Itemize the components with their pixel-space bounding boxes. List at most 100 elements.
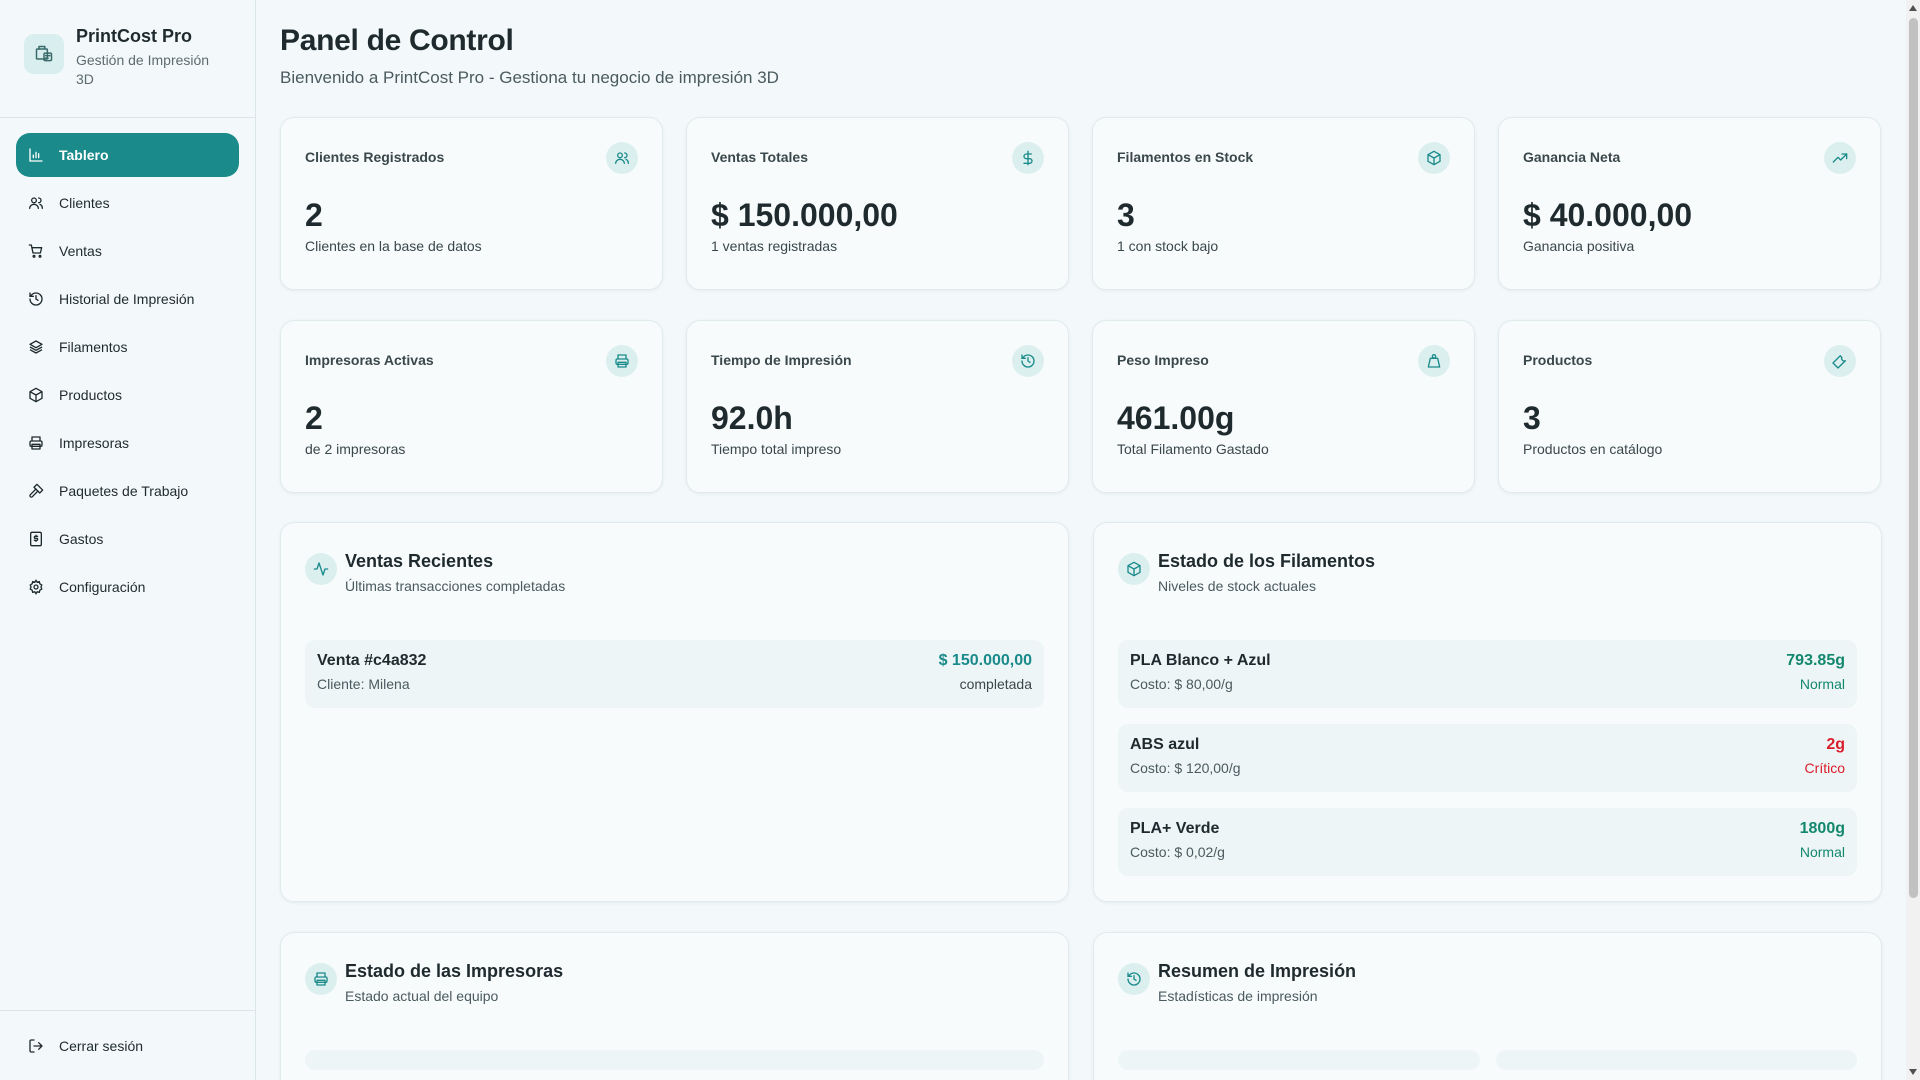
vertical-scrollbar[interactable] — [1906, 0, 1920, 1080]
history-icon — [1012, 345, 1044, 377]
sidebar-item-impresoras[interactable]: Impresoras — [16, 421, 239, 465]
history-icon — [28, 291, 44, 307]
summary-tile-partial — [1118, 1050, 1480, 1070]
sale-client: Cliente: Milena — [317, 676, 410, 692]
print-summary-panel: Resumen de Impresión Estadísticas de imp… — [1093, 932, 1882, 1080]
filament-status: Normal — [1799, 844, 1845, 860]
filament-amount: 1800g — [1799, 820, 1845, 837]
sidebar-item-label: Tablero — [59, 147, 109, 163]
filament-row[interactable]: PLA Blanco + Azul Costo: $ 80,00/g 793.8… — [1118, 640, 1857, 708]
filament-cost: Costo: $ 80,00/g — [1130, 676, 1233, 692]
sidebar-item-tablero[interactable]: Tablero — [16, 133, 239, 177]
stat-value: 92.0h — [711, 400, 793, 436]
stat-value: 3 — [1117, 197, 1135, 233]
receipt-icon — [28, 531, 44, 547]
printer-cube-icon — [24, 34, 64, 74]
panel-title: Estado de las Impresoras — [345, 961, 564, 981]
panel-subtitle: Niveles de stock actuales — [1158, 578, 1316, 594]
layers-icon — [28, 339, 44, 355]
sidebar-item-paquetes[interactable]: Paquetes de Trabajo — [16, 469, 239, 513]
sidebar-item-configuracion[interactable]: Configuración — [16, 565, 239, 609]
logout-icon — [28, 1038, 44, 1054]
dollar-icon — [1012, 142, 1044, 174]
panel-title: Resumen de Impresión — [1158, 961, 1357, 981]
filament-status-panel: Estado de los Filamentos Niveles de stoc… — [1093, 522, 1882, 902]
sidebar-item-label: Paquetes de Trabajo — [59, 483, 189, 499]
sidebar-item-label: Productos — [59, 387, 123, 403]
sale-status: completada — [959, 676, 1032, 692]
sidebar-item-historial[interactable]: Historial de Impresión — [16, 277, 239, 321]
stats-grid: Clientes Registrados 2 Clientes en la ba… — [280, 117, 1882, 493]
sidebar-item-ventas[interactable]: Ventas — [16, 229, 239, 273]
stat-description: 1 con stock bajo — [1117, 238, 1219, 254]
sidebar-item-label: Historial de Impresión — [59, 291, 195, 307]
sidebar-item-label: Configuración — [59, 579, 146, 595]
stat-label: Ventas Totales — [711, 149, 809, 165]
recent-sales-panel: Ventas Recientes Últimas transacciones c… — [280, 522, 1069, 902]
scroll-down-arrow-icon[interactable] — [1909, 1069, 1917, 1075]
sidebar-item-filamentos[interactable]: Filamentos — [16, 325, 239, 369]
logout-button[interactable]: Cerrar sesión — [0, 1010, 255, 1080]
panel-subtitle: Estadísticas de impresión — [1158, 988, 1318, 1004]
scrollbar-thumb[interactable] — [1909, 18, 1918, 898]
stat-card-filamentos: Filamentos en Stock 3 1 con stock bajo — [1092, 117, 1475, 290]
logout-label: Cerrar sesión — [59, 1037, 144, 1054]
sidebar-item-productos[interactable]: Productos — [16, 373, 239, 417]
filament-cost: Costo: $ 0,02/g — [1130, 844, 1225, 860]
filament-amount: 793.85g — [1786, 652, 1845, 669]
brand-subtitle: Gestión de Impresión 3D — [76, 52, 210, 87]
panels-grid: Ventas Recientes Últimas transacciones c… — [280, 522, 1882, 1080]
history-icon — [1118, 963, 1150, 995]
sidebar-item-clientes[interactable]: Clientes — [16, 181, 239, 225]
stat-label: Ganancia Neta — [1523, 149, 1621, 165]
filament-name: PLA Blanco + Azul — [1130, 652, 1271, 669]
sidebar-nav: Tablero Clientes Ventas Historial de Imp… — [0, 118, 255, 609]
page-title: Panel de Control — [280, 24, 514, 57]
sidebar-item-gastos[interactable]: Gastos — [16, 517, 239, 561]
gear-icon — [28, 579, 44, 595]
sidebar-item-label: Filamentos — [59, 339, 128, 355]
stat-value: 2 — [305, 197, 323, 233]
weight-icon — [1418, 345, 1450, 377]
stat-label: Productos — [1523, 352, 1593, 368]
stat-card-impresoras: Impresoras Activas 2 de 2 impresoras — [280, 320, 663, 493]
filament-status: Normal — [1799, 676, 1845, 692]
stat-value: $ 150.000,00 — [711, 197, 898, 233]
sidebar-item-label: Impresoras — [59, 435, 130, 451]
stat-card-tiempo: Tiempo de Impresión 92.0h Tiempo total i… — [686, 320, 1069, 493]
sidebar-item-label: Gastos — [59, 531, 104, 547]
stat-label: Tiempo de Impresión — [711, 352, 852, 368]
bar-chart-icon — [28, 147, 44, 163]
stat-card-clientes: Clientes Registrados 2 Clientes en la ba… — [280, 117, 663, 290]
sidebar: PrintCost Pro Gestión de Impresión 3D Ta… — [0, 0, 256, 1080]
filament-row[interactable]: ABS azul Costo: $ 120,00/g 2g Crítico — [1118, 724, 1857, 792]
sale-row[interactable]: Venta #c4a832 Cliente: Milena $ 150.000,… — [305, 640, 1044, 708]
main-content: Panel de Control Bienvenido a PrintCost … — [280, 0, 1882, 1080]
filament-name: PLA+ Verde — [1130, 820, 1220, 837]
filament-row[interactable]: PLA+ Verde Costo: $ 0,02/g 1800g Normal — [1118, 808, 1857, 876]
scroll-up-arrow-icon[interactable] — [1909, 5, 1917, 11]
filament-status: Crítico — [1804, 760, 1845, 776]
stat-value: 2 — [305, 400, 323, 436]
stat-value: 461.00g — [1117, 400, 1235, 436]
printer-icon — [606, 345, 638, 377]
stat-label: Clientes Registrados — [305, 149, 445, 165]
stat-description: Clientes en la base de datos — [305, 238, 482, 254]
box-icon — [1418, 142, 1450, 174]
stat-description: de 2 impresoras — [305, 441, 406, 457]
sidebar-item-label: Clientes — [59, 195, 110, 211]
brand: PrintCost Pro Gestión de Impresión 3D — [0, 0, 255, 118]
filament-cost: Costo: $ 120,00/g — [1130, 760, 1241, 776]
panel-title: Ventas Recientes — [345, 551, 494, 571]
stat-card-peso: Peso Impreso 461.00g Total Filamento Gas… — [1092, 320, 1475, 493]
brand-title: PrintCost Pro — [76, 26, 193, 46]
filament-name: ABS azul — [1130, 736, 1200, 753]
panel-subtitle: Últimas transacciones completadas — [345, 578, 566, 594]
stat-description: Tiempo total impreso — [711, 441, 842, 457]
box-icon — [28, 387, 44, 403]
stat-card-ventas: Ventas Totales $ 150.000,00 1 ventas reg… — [686, 117, 1069, 290]
trending-up-icon — [1824, 142, 1856, 174]
stat-value: 3 — [1523, 400, 1541, 436]
wrench-icon — [1824, 345, 1856, 377]
stat-label: Impresoras Activas — [305, 352, 434, 368]
